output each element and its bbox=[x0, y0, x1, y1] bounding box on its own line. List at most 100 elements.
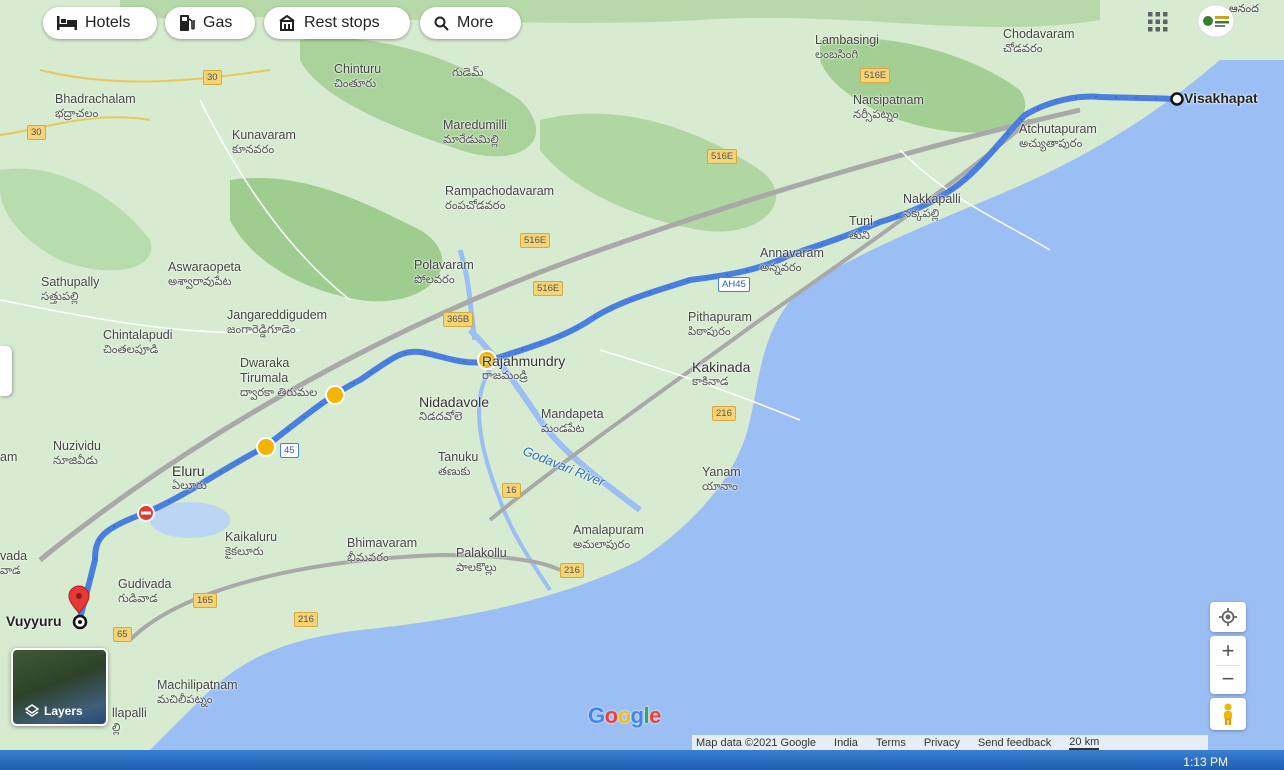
place-label-am[interactable]: am bbox=[0, 450, 17, 464]
place-label-jangareddigudem[interactable]: Jangareddigudem bbox=[227, 308, 327, 322]
place-label-machilipatnam[interactable]: Machilipatnam bbox=[157, 678, 238, 692]
layers-button[interactable]: Layers bbox=[11, 648, 108, 726]
place-label-amalapuram[interactable]: Amalapuram bbox=[573, 523, 644, 537]
place-label-atchutapuram-telugu: అచ్యుతాపురం bbox=[1019, 138, 1083, 150]
place-label-pithapuram[interactable]: Pithapuram bbox=[688, 310, 752, 324]
place-label-narsipatnam[interactable]: Narsipatnam bbox=[853, 93, 924, 107]
place-label-tuni[interactable]: Tuni bbox=[849, 214, 873, 228]
zoom-in-button[interactable]: + bbox=[1222, 637, 1235, 665]
place-label-maredumilli-telugu: మారేడుమిల్లి bbox=[443, 134, 499, 146]
place-label-tuni-telugu: తుని bbox=[849, 230, 870, 242]
road-shield: 516E bbox=[533, 281, 564, 296]
no-entry-icon bbox=[137, 504, 155, 522]
place-label-tanuku[interactable]: Tanuku bbox=[438, 450, 478, 464]
apps-grid-icon[interactable] bbox=[1148, 12, 1168, 32]
place-label-atchutapuram[interactable]: Atchutapuram bbox=[1019, 122, 1097, 136]
privacy-link[interactable]: Privacy bbox=[924, 737, 960, 749]
place-label-mandapeta[interactable]: Mandapeta bbox=[541, 407, 604, 421]
terms-link[interactable]: Terms bbox=[876, 737, 906, 749]
place-label-gudivada[interactable]: Gudivada bbox=[118, 577, 172, 591]
place-label-nakkapalli[interactable]: Nakkapalli bbox=[903, 192, 961, 206]
place-label-polavaram[interactable]: Polavaram bbox=[414, 258, 474, 272]
place-label-nakkapalli-telugu: నక్కపల్లి bbox=[903, 208, 940, 220]
place-label-pithapuram-telugu: పిఠాపురం bbox=[688, 326, 731, 338]
destination-marker[interactable] bbox=[1170, 92, 1184, 106]
road-shield: 30 bbox=[203, 70, 222, 85]
place-label-chodavaram-telugu: చోడవరం bbox=[1003, 43, 1043, 55]
scale-bar[interactable]: 20 km bbox=[1069, 736, 1100, 750]
place-label-bhadrachalam-telugu: భద్రాచలం bbox=[55, 108, 99, 120]
place-label-polavaram-telugu: పోలవరం bbox=[414, 274, 455, 286]
road-shield: 65 bbox=[113, 627, 132, 642]
zoom-out-button[interactable]: − bbox=[1222, 666, 1235, 694]
place-label-bhadrachalam[interactable]: Bhadrachalam bbox=[55, 92, 136, 106]
google-logo: Google bbox=[588, 703, 661, 728]
place-label-bhimavaram[interactable]: Bhimavaram bbox=[347, 536, 417, 550]
place-label-gudem-telugu: గుడెమ్ bbox=[452, 67, 484, 79]
rest-stops-chip[interactable]: Rest stops bbox=[264, 7, 410, 39]
my-location-icon bbox=[1219, 608, 1237, 626]
place-label-kakinada[interactable]: Kakinada bbox=[692, 360, 750, 374]
place-label-yanam[interactable]: Yanam bbox=[702, 465, 741, 479]
place-label-sathupally[interactable]: Sathupally bbox=[41, 275, 99, 289]
hotels-chip[interactable]: Hotels bbox=[43, 7, 157, 39]
place-label-jangareddigudem-telugu: జంగారెడ్డిగూడెం bbox=[227, 324, 296, 336]
place-label-lambasingi[interactable]: Lambasingi bbox=[815, 33, 879, 47]
place-label-kakinada-telugu: కాకినాడ bbox=[692, 376, 729, 388]
place-label-maredumilli[interactable]: Maredumilli bbox=[443, 118, 507, 132]
place-label-tirumala-telugu: ద్వారకా తిరుమల bbox=[240, 387, 318, 399]
place-label-rajahmundry-telugu: రాజమండ్రి bbox=[482, 370, 528, 382]
destination-label[interactable]: Visakhapat bbox=[1184, 91, 1258, 105]
place-label-nidadavole-telugu: నిడదవోలె bbox=[419, 411, 463, 423]
place-label-vada[interactable]: vada bbox=[0, 549, 27, 563]
place-label-machilipatnam-telugu: మచిలీపట్నం bbox=[157, 694, 213, 706]
place-label-aswaraopeta[interactable]: Aswaraopeta bbox=[168, 260, 241, 274]
gas-chip[interactable]: Gas bbox=[165, 7, 255, 39]
layers-label: Layers bbox=[44, 704, 83, 718]
side-panel-toggle[interactable] bbox=[0, 346, 12, 396]
place-label-chodavaram[interactable]: Chodavaram bbox=[1003, 27, 1075, 41]
more-chip-label: More bbox=[457, 14, 494, 31]
place-label-rampachodavaram[interactable]: Rampachodavaram bbox=[445, 184, 554, 198]
place-label-dwaraka[interactable]: Dwaraka bbox=[240, 356, 289, 370]
place-label-eluru-telugu: ఏలూరు bbox=[172, 480, 207, 492]
place-label-aswaraopeta-telugu: అశ్వారావుపేట bbox=[168, 276, 232, 288]
road-shield: 516E bbox=[860, 68, 891, 83]
place-label-kaikaluru[interactable]: Kaikaluru bbox=[225, 530, 277, 544]
place-label-chinturu[interactable]: Chinturu bbox=[334, 62, 381, 76]
origin-marker[interactable] bbox=[68, 585, 90, 630]
place-label-nuzvid-telugu: నూజివీడు bbox=[53, 455, 98, 467]
place-label-annavaram-telugu: అన్నవరం bbox=[760, 262, 802, 274]
origin-label[interactable]: Vuyyuru bbox=[6, 614, 62, 628]
place-label-llapalli[interactable]: llapalli bbox=[112, 706, 147, 720]
place-label-gudivada-telugu: గుడివాడ bbox=[118, 593, 158, 605]
place-label-bhimavaram-telugu: భీమవరం bbox=[347, 552, 389, 564]
send-feedback-link[interactable]: Send feedback bbox=[978, 737, 1051, 749]
road-shield: 216 bbox=[712, 406, 736, 421]
place-label-chintalapudi[interactable]: Chintalapudi bbox=[103, 328, 173, 342]
place-label-nuzvid[interactable]: Nuzividu bbox=[53, 439, 101, 453]
place-label-palakollu-telugu: పాలకొల్లు bbox=[456, 562, 497, 574]
place-label-kunavaram-telugu: కూనవరం bbox=[232, 144, 275, 156]
place-label-vada-telugu: వాడ bbox=[0, 565, 21, 577]
place-label-tirumala[interactable]: Tirumala bbox=[240, 371, 288, 385]
place-label-mandapeta-telugu: మండపేట bbox=[541, 423, 585, 435]
map-canvas[interactable]: Chodavaram చోడవరం Lambasingi లంబసింగి Chintu… bbox=[0, 0, 1284, 770]
place-label-kunavaram[interactable]: Kunavaram bbox=[232, 128, 296, 142]
more-chip[interactable]: More bbox=[420, 7, 521, 39]
place-label-chinturu-telugu: చింతూరు bbox=[334, 78, 377, 90]
account-avatar[interactable] bbox=[1197, 4, 1235, 38]
route-markers bbox=[68, 92, 1184, 630]
pegman-icon bbox=[1224, 703, 1232, 725]
pegman-button[interactable] bbox=[1210, 698, 1246, 730]
region-link[interactable]: India bbox=[834, 737, 858, 749]
place-label-annavaram[interactable]: Annavaram bbox=[760, 246, 824, 260]
my-location-button[interactable] bbox=[1210, 602, 1246, 632]
place-label-eluru[interactable]: Eluru bbox=[172, 464, 205, 478]
road-shield: 365B bbox=[443, 312, 474, 327]
place-label-kaikaluru-telugu: కైకలూరు bbox=[225, 546, 264, 558]
place-label-rajahmundry[interactable]: Rajahmundry bbox=[482, 354, 565, 368]
place-label-palakollu[interactable]: Palakollu bbox=[456, 546, 507, 560]
place-label-nidadavole[interactable]: Nidadavole bbox=[419, 395, 489, 409]
rest-stops-chip-label: Rest stops bbox=[304, 14, 380, 31]
